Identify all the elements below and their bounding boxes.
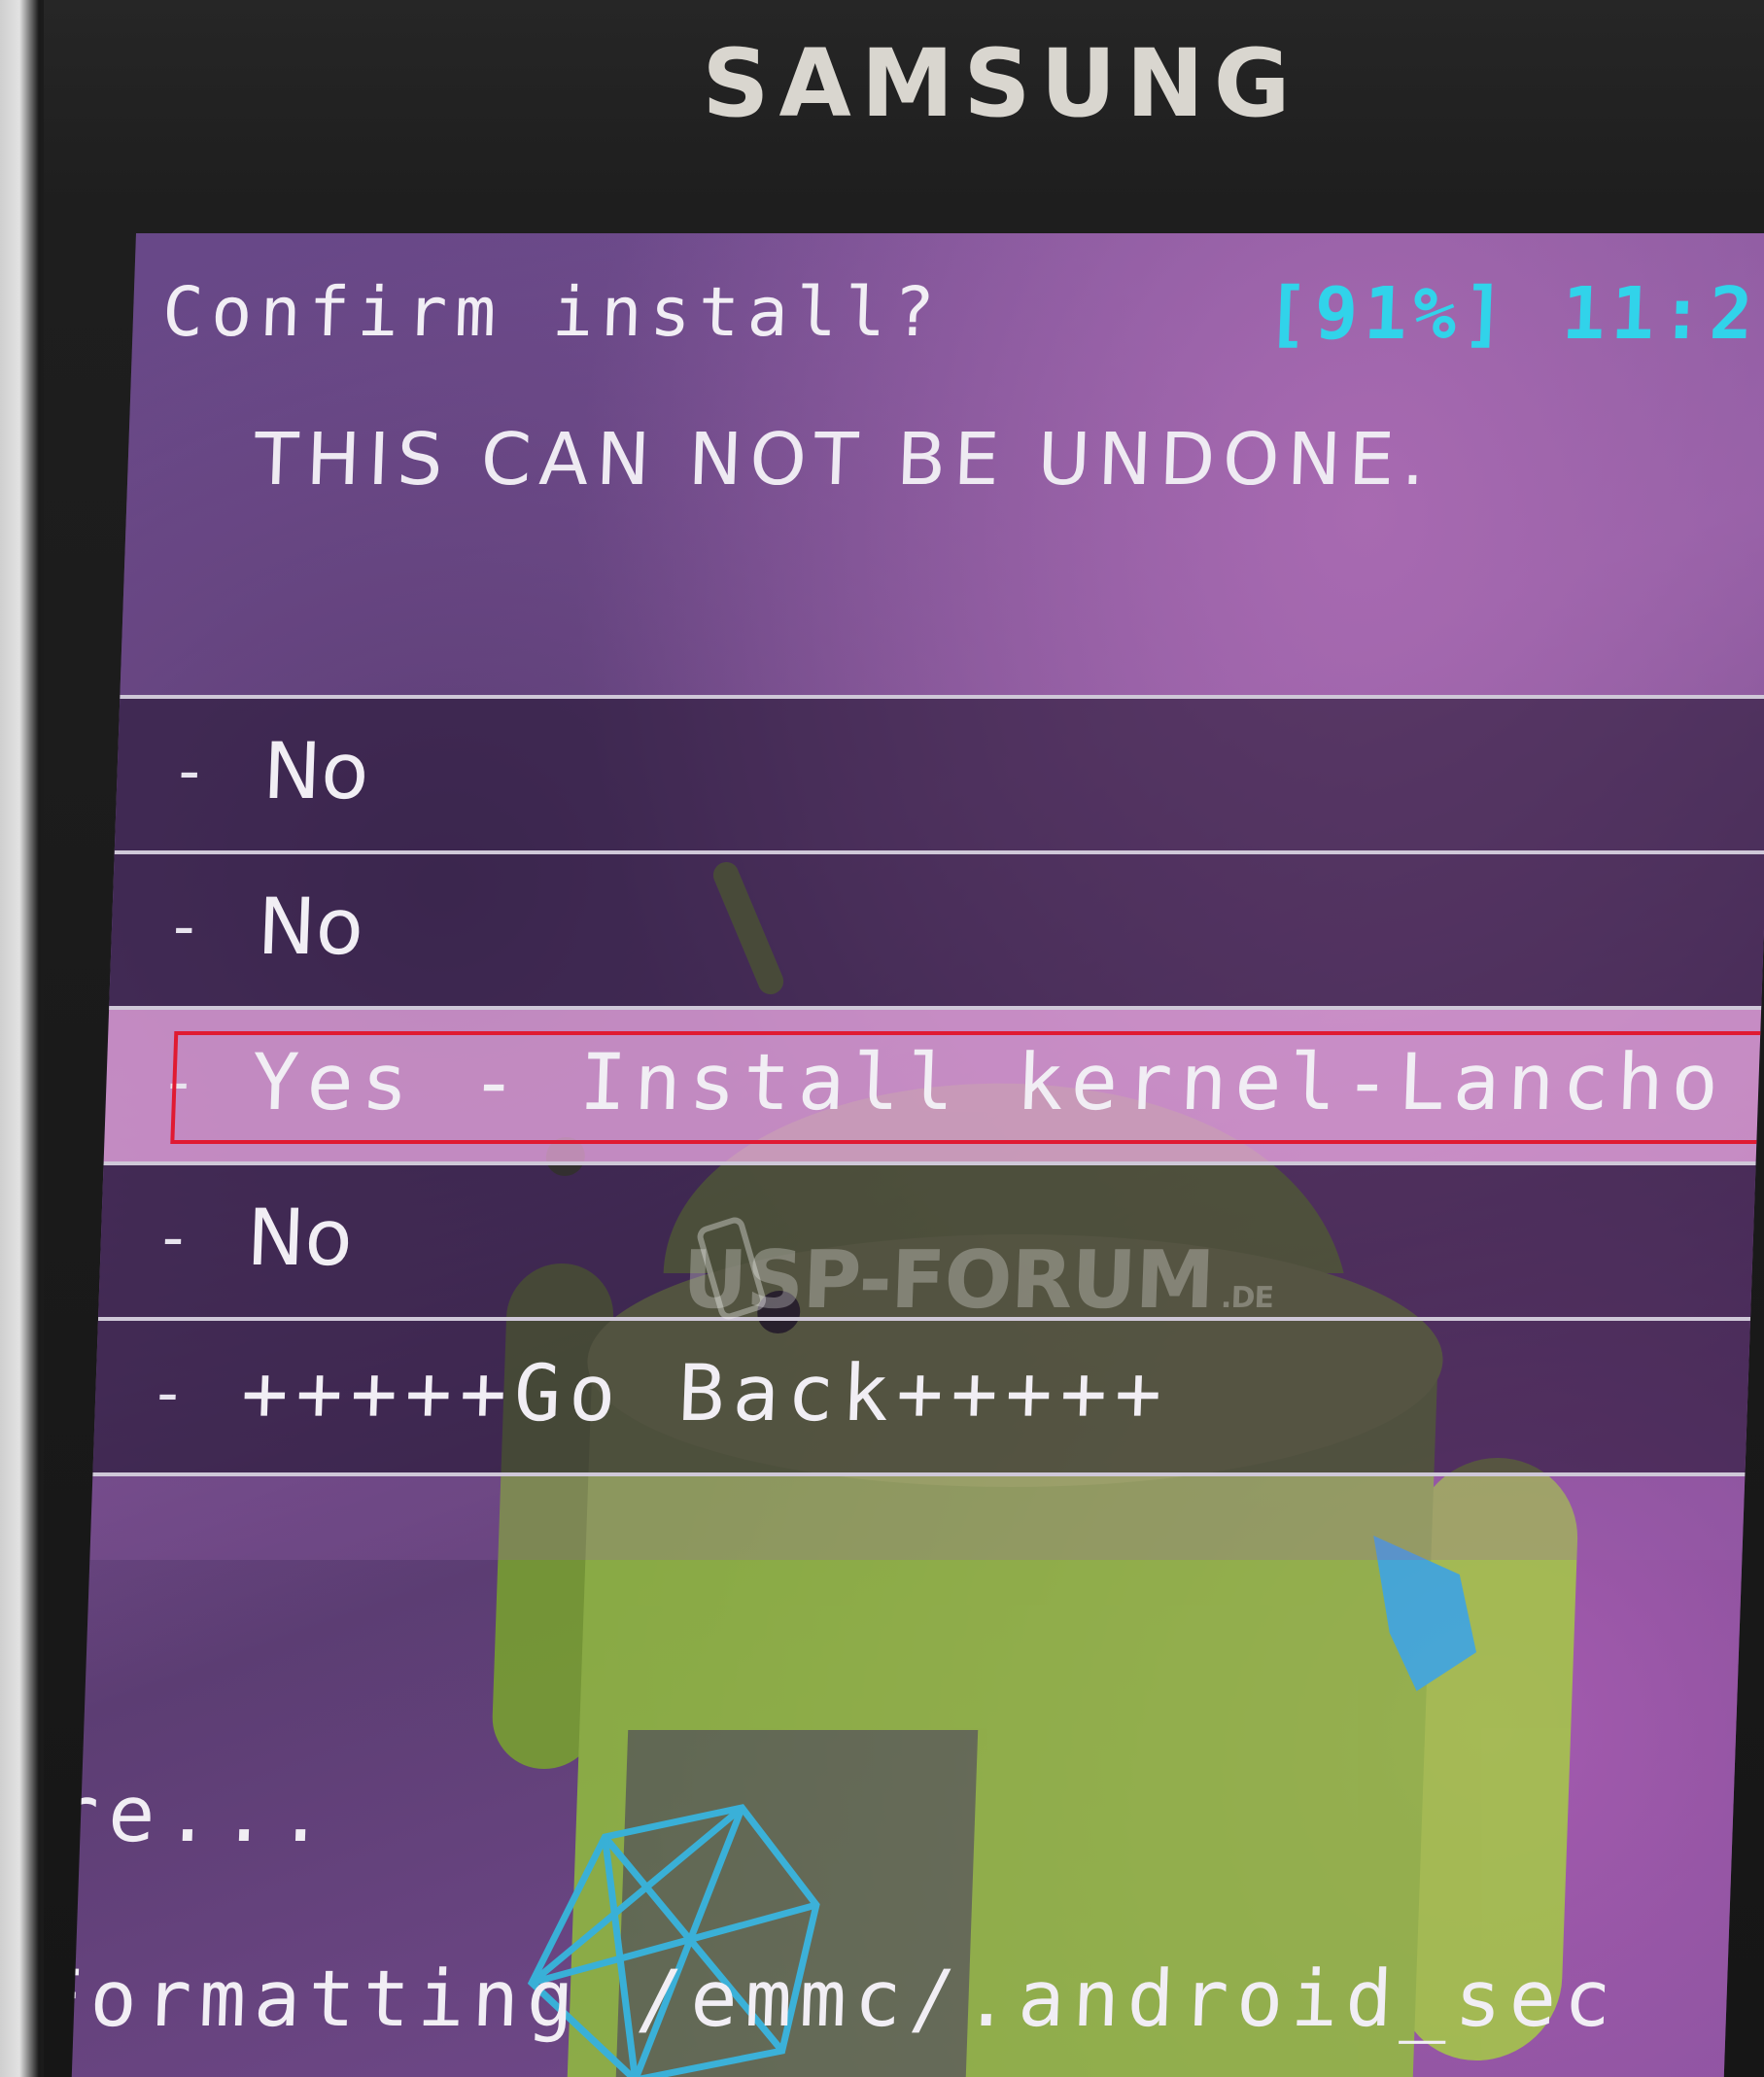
recovery-screen: Confirm install? [91%] 11:2 THIS CAN NOT…	[70, 233, 1764, 2077]
device-brand-logo: SAMSUNG	[702, 29, 1300, 138]
watermark: USP-FORUM .DE	[681, 1234, 1276, 1327]
menu-item-label: No	[261, 726, 371, 816]
menu-item-bullet: -	[148, 1358, 189, 1430]
watermark-suffix: .DE	[1220, 1281, 1274, 1315]
menu-item-no-1[interactable]: - No	[114, 695, 1764, 850]
selection-highlight-outline	[170, 1031, 1764, 1144]
battery-percentage: [91%]	[1263, 272, 1513, 356]
confirm-menu: - No - No - Yes - Install kernel-Lancho …	[89, 695, 1764, 1560]
log-line: Formatting /emmc/.android_sec	[70, 1954, 1620, 2044]
menu-item-label: No	[256, 882, 365, 972]
phone-photo: SAMSUNG Confirm install? [91%] 11:2 THIS…	[0, 0, 1764, 2077]
menu-divider	[89, 1472, 1746, 1560]
menu-item-bullet: -	[169, 736, 210, 808]
menu-item-no-2[interactable]: - No	[109, 850, 1764, 1006]
menu-item-label: +++++Go Back+++++	[239, 1348, 1171, 1438]
watermark-text: USP-FORUM	[680, 1234, 1216, 1327]
menu-item-yes-install[interactable]: - Yes - Install kernel-Lancho	[103, 1006, 1764, 1161]
menu-item-bullet: -	[163, 891, 204, 963]
menu-item-bullet: -	[153, 1202, 193, 1274]
screen-title: Confirm install?	[160, 272, 944, 352]
log-line: re...	[70, 1769, 336, 1859]
menu-item-go-back[interactable]: - +++++Go Back+++++	[92, 1317, 1751, 1472]
warning-message: THIS CAN NOT BE UNDONE.	[253, 418, 1435, 502]
status-clock: 11:2	[1560, 272, 1760, 356]
menu-item-label: No	[245, 1193, 355, 1283]
